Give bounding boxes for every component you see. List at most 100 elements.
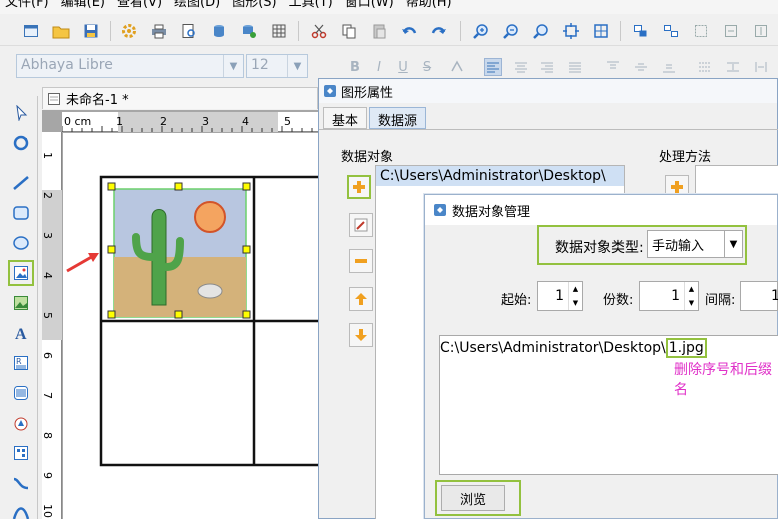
text-tool-icon[interactable]: A [8,320,34,346]
add-data-object-button[interactable] [347,175,371,199]
underline-button[interactable]: U [394,58,412,76]
valign-middle-icon[interactable] [632,58,650,76]
zoom-in-icon[interactable] [470,20,492,42]
toolbar-separator [298,21,299,41]
horizontal-ruler: 0 cm 1 2 3 4 5 [62,112,322,132]
save-icon[interactable] [80,20,102,42]
menu-tools[interactable]: 工具(T) [284,0,340,14]
database-settings-icon[interactable] [238,20,260,42]
align-left-icon[interactable] [484,58,502,76]
print-preview-icon[interactable] [178,20,200,42]
spin-up-icon[interactable]: ▲ [573,285,578,293]
datamatrix-icon[interactable] [8,440,34,466]
browse-button[interactable]: 浏览 [441,485,505,511]
start-spinner[interactable]: ▲ ▼ [568,282,582,310]
menu-file[interactable]: 文件(F) [0,0,56,14]
open-folder-icon[interactable] [50,20,72,42]
bold-button[interactable]: B [346,58,364,76]
more-icon[interactable] [8,500,34,519]
text-effect-icon[interactable] [448,58,466,76]
arrow-up-icon [355,293,367,305]
spin-down-icon[interactable]: ▼ [689,299,694,307]
move-down-button[interactable] [349,323,373,347]
document-tab[interactable]: 未命名-1 * [42,87,318,109]
new-file-icon[interactable] [20,20,42,42]
align-right-icon[interactable] [538,58,556,76]
rich-text-icon[interactable]: R [8,350,34,376]
toolbar-separator [620,21,621,41]
cut-icon[interactable] [308,20,330,42]
spacing-icon[interactable] [696,58,714,76]
database-icon[interactable] [208,20,230,42]
barcode-icon[interactable] [8,380,34,406]
valign-top-icon[interactable] [604,58,622,76]
actual-size-icon[interactable] [590,20,612,42]
start-input[interactable]: 1 ▲ ▼ [537,281,583,311]
menu-shape[interactable]: 图形(S) [227,0,283,14]
redo-icon[interactable] [428,20,450,42]
ruler-ticks [62,126,313,132]
spin-down-icon[interactable]: ▼ [573,299,578,307]
curve-icon[interactable] [8,470,34,496]
strikethrough-button[interactable]: S [418,58,436,76]
pointer-icon[interactable] [8,100,34,126]
selection-handles[interactable] [107,182,253,324]
paste-icon[interactable] [368,20,390,42]
menu-view[interactable]: 查看(V) [112,0,169,14]
dialog-titlebar: 数据对象管理 [425,195,777,225]
copies-label: 份数: [603,293,634,308]
menu-help[interactable]: 帮助(H) [401,0,459,14]
remove-data-object-button[interactable] [349,249,373,273]
align-justify-icon[interactable] [566,58,584,76]
line-icon[interactable] [8,170,34,196]
chevron-down-icon[interactable]: ▼ [223,55,243,77]
copy-icon[interactable] [338,20,360,42]
copies-spinner[interactable]: ▲ ▼ [684,282,698,310]
rectangle-icon[interactable] [8,200,34,226]
undo-icon[interactable] [398,20,420,42]
font-family-select[interactable]: Abhaya Libre ▼ [16,54,244,78]
move-up-button[interactable] [349,287,373,311]
font-size-select[interactable]: 12 ▼ [246,54,308,78]
tab-datasource[interactable]: 数据源 [369,107,427,129]
print-icon[interactable] [148,20,170,42]
zoom-search-icon[interactable] [530,20,552,42]
more-tools-icon[interactable] [750,20,772,42]
tab-basic[interactable]: 基本 [323,107,368,129]
design-canvas[interactable]: 0 cm 1 2 3 4 5 1 2 3 4 5 6 7 8 9 10 [42,110,322,519]
char-spacing-icon[interactable] [752,58,770,76]
rotate-icon[interactable] [8,130,34,156]
distribute-icon[interactable] [720,20,742,42]
fit-page-icon[interactable] [560,20,582,42]
align-center-icon[interactable] [512,58,530,76]
italic-button[interactable]: I [370,58,388,76]
settings-icon[interactable] [118,20,140,42]
menu-window[interactable]: 窗口(W) [340,0,401,14]
content-textarea[interactable]: C:\Users\Administrator\Desktop\ 1.jpg 删除序… [439,335,778,475]
group-icon[interactable] [630,20,652,42]
line-spacing-icon[interactable] [724,58,742,76]
copies-input[interactable]: 1 ▲ ▼ [639,281,699,311]
edit-data-object-button[interactable] [349,213,373,237]
ellipse-icon[interactable] [8,230,34,256]
red-arrow-icon [66,253,99,273]
menu-edit[interactable]: 编辑(E) [56,0,112,14]
ungroup-icon[interactable] [660,20,682,42]
valign-bottom-icon[interactable] [660,58,678,76]
qrcode-icon[interactable] [8,410,34,436]
grid-icon[interactable] [268,20,290,42]
image-tool-icon[interactable] [8,260,34,286]
data-object-item[interactable]: C:\Users\Administrator\Desktop\ [376,166,624,186]
interval-input[interactable]: 1 [740,281,778,311]
align-icon[interactable] [690,20,712,42]
data-object-type-select[interactable]: 手动输入 ▼ [647,230,743,258]
chevron-down-icon[interactable]: ▼ [724,231,742,257]
menu-draw[interactable]: 绘图(D) [169,0,227,14]
zoom-out-icon[interactable] [500,20,522,42]
interval-value: 1 [771,288,778,304]
chevron-down-icon[interactable]: ▼ [287,55,307,77]
spin-up-icon[interactable]: ▲ [689,285,694,293]
picture-icon[interactable] [8,290,34,316]
label-page[interactable] [63,133,322,519]
svg-text:R: R [16,357,22,366]
